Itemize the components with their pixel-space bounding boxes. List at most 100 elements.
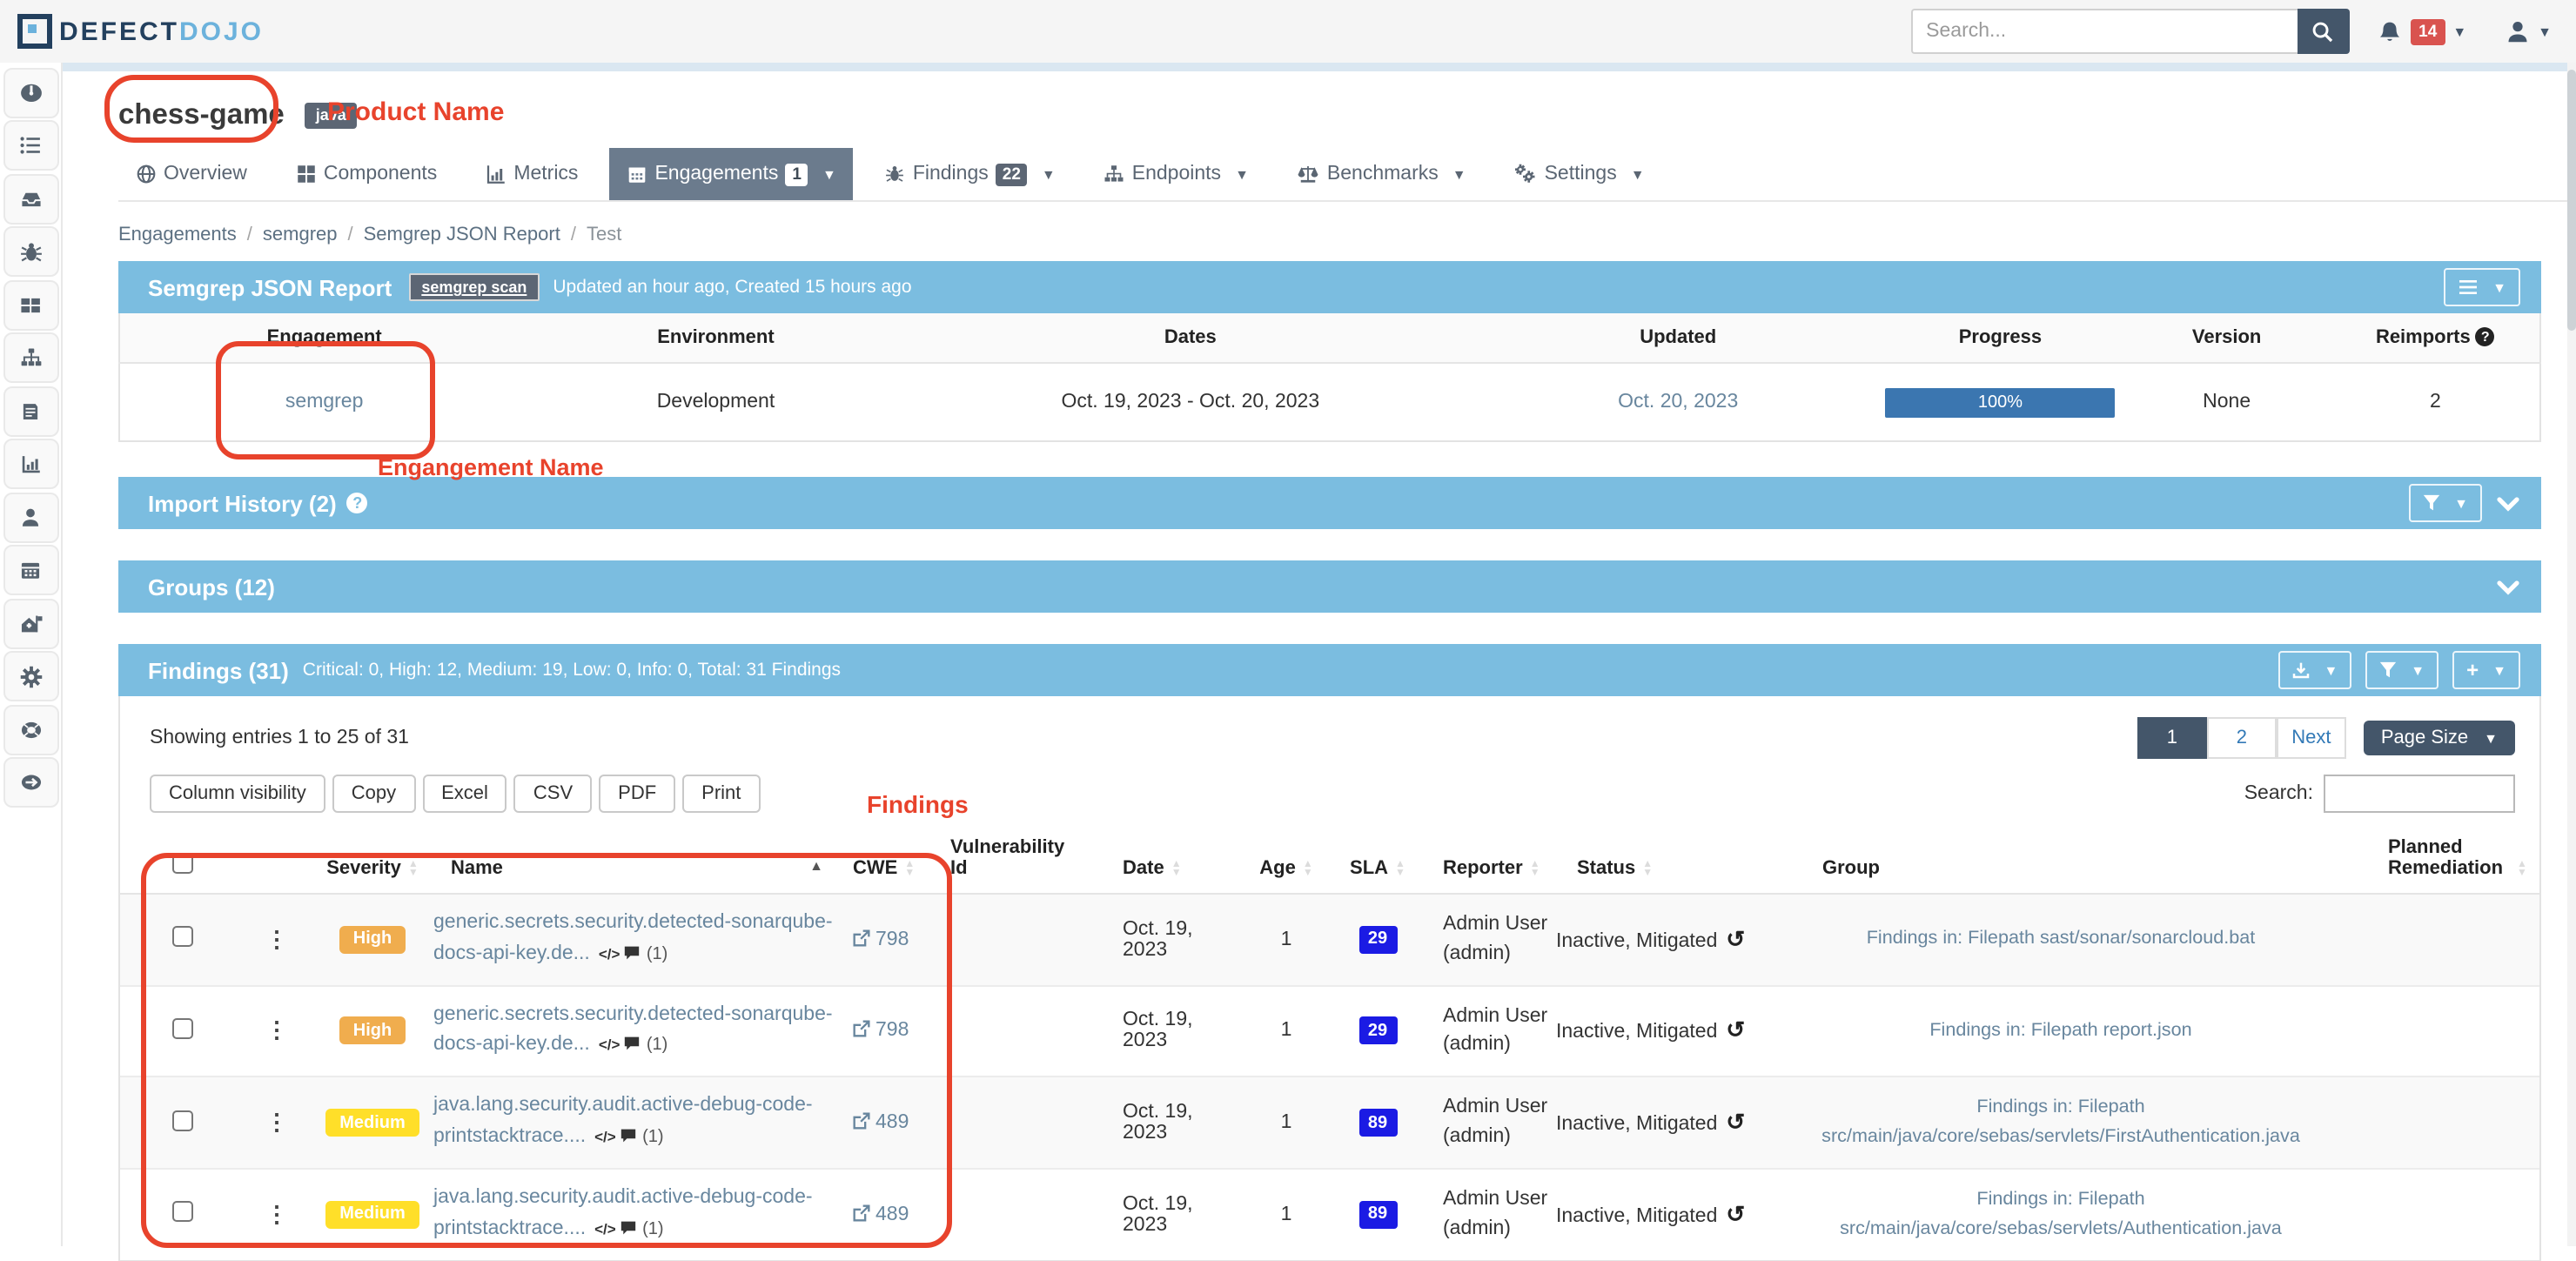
row-checkbox[interactable] xyxy=(172,1018,193,1039)
csv-button[interactable]: CSV xyxy=(514,775,592,813)
scan-type-badge[interactable]: semgrep scan xyxy=(409,273,539,301)
cwe-link[interactable]: 489 xyxy=(853,1112,909,1133)
page-size-button[interactable]: Page Size▼ xyxy=(2364,721,2515,755)
sla-badge: 89 xyxy=(1358,1200,1397,1228)
table-search-input[interactable] xyxy=(2324,775,2515,813)
tab-findings[interactable]: Findings 22 ▼ xyxy=(868,148,1073,200)
header-severity[interactable]: Severity xyxy=(326,858,401,879)
sidebar-item-products[interactable] xyxy=(3,598,58,648)
reimports-help-icon[interactable]: ? xyxy=(2476,327,2495,346)
header-vulnerability-id[interactable]: Vulnerability Id xyxy=(950,837,1058,879)
import-history-help-icon[interactable]: ? xyxy=(347,493,368,513)
next-page-button[interactable]: Next xyxy=(2277,717,2346,759)
header-status[interactable]: Status xyxy=(1577,858,1635,879)
tab-overview[interactable]: Overview xyxy=(118,148,265,200)
select-all-checkbox[interactable] xyxy=(172,853,193,874)
finding-name-link[interactable]: generic.secrets.security.detected-sonarq… xyxy=(433,1000,851,1062)
group-link[interactable]: Findings in: Filepath src/main/java/core… xyxy=(1800,1094,2322,1152)
finding-name-link[interactable]: generic.secrets.security.detected-sonarq… xyxy=(433,909,851,970)
row-menu-icon[interactable]: ⋮ xyxy=(265,1017,288,1043)
sidebar-item-calendar[interactable] xyxy=(3,545,58,595)
header-name[interactable]: Name xyxy=(451,858,503,879)
history-icon[interactable]: ↺ xyxy=(1726,926,1745,952)
finding-name-link[interactable]: java.lang.security.audit.active-debug-co… xyxy=(433,1184,851,1245)
cwe-link[interactable]: 489 xyxy=(853,1204,909,1224)
pdf-button[interactable]: PDF xyxy=(599,775,675,813)
row-checkbox[interactable] xyxy=(172,1201,193,1222)
breadcrumb-semgrep[interactable]: semgrep xyxy=(263,225,338,245)
breadcrumb-report[interactable]: Semgrep JSON Report xyxy=(364,225,560,245)
findings-download-button[interactable]: ▼ xyxy=(2278,651,2351,689)
copy-button[interactable]: Copy xyxy=(332,775,415,813)
row-menu-icon[interactable]: ⋮ xyxy=(265,926,288,952)
tab-components[interactable]: Components xyxy=(278,148,454,200)
import-history-panel-header[interactable]: Import History (2) ? ▼ xyxy=(118,477,2541,529)
excel-button[interactable]: Excel xyxy=(422,775,507,813)
group-link[interactable]: Findings in: Filepath report.json xyxy=(1800,1016,2322,1045)
finding-row: ⋮ Medium java.lang.security.audit.active… xyxy=(120,1169,2539,1259)
page-1-button[interactable]: 1 xyxy=(2137,717,2207,759)
tab-engagements[interactable]: Engagements 1 ▼ xyxy=(609,148,853,200)
history-icon[interactable]: ↺ xyxy=(1726,1109,1745,1135)
tab-benchmarks[interactable]: Benchmarks ▼ xyxy=(1280,148,1484,200)
page-2-button[interactable]: 2 xyxy=(2207,717,2277,759)
sidebar-item-metrics[interactable] xyxy=(3,439,58,489)
sidebar-item-endpoints[interactable] xyxy=(3,332,58,383)
user-menu[interactable]: ▼ xyxy=(2505,18,2552,44)
sidebar-item-components[interactable] xyxy=(3,279,58,330)
engagement-link[interactable]: semgrep xyxy=(285,392,364,413)
sidebar-item-users[interactable] xyxy=(3,492,58,542)
import-history-collapse-icon[interactable] xyxy=(2496,495,2520,511)
header-date[interactable]: Date xyxy=(1123,858,1164,879)
sidebar-item-list[interactable] xyxy=(3,120,58,171)
header-group[interactable]: Group xyxy=(1822,858,1880,879)
sidebar-item-dashboard[interactable] xyxy=(3,67,58,117)
sidebar-item-inbox[interactable] xyxy=(3,173,58,224)
tab-findings-label: Findings xyxy=(913,164,989,184)
import-history-filter-button[interactable]: ▼ xyxy=(2409,484,2482,522)
findings-filter-button[interactable]: ▼ xyxy=(2365,651,2438,689)
finding-name-link[interactable]: java.lang.security.audit.active-debug-co… xyxy=(433,1092,851,1154)
history-icon[interactable]: ↺ xyxy=(1726,1200,1745,1226)
header-reporter[interactable]: Reporter xyxy=(1443,858,1523,879)
history-icon[interactable]: ↺ xyxy=(1726,1017,1745,1043)
header-cwe[interactable]: CWE xyxy=(853,858,897,879)
panel-menu-button[interactable]: ▼ xyxy=(2444,268,2520,306)
sort-asc-icon: ▲ xyxy=(809,858,823,874)
sidebar-item-support[interactable] xyxy=(3,704,58,755)
sidebar-item-findings[interactable] xyxy=(3,226,58,277)
groups-collapse-icon[interactable] xyxy=(2496,579,2520,594)
header-planned-remediation[interactable]: Planned Remediation xyxy=(2388,837,2510,879)
header-sla[interactable]: SLA xyxy=(1350,858,1388,879)
findings-panel-header: Findings (31) Critical: 0, High: 12, Med… xyxy=(118,644,2541,696)
defectdojo-logo[interactable]: DEFECT DOJO xyxy=(17,14,264,49)
cwe-link[interactable]: 798 xyxy=(853,929,909,950)
tab-metrics[interactable]: Metrics xyxy=(468,148,595,200)
tab-endpoints[interactable]: Endpoints ▼ xyxy=(1087,148,1266,200)
sidebar-item-settings[interactable] xyxy=(3,651,58,701)
updated-link[interactable]: Oct. 20, 2023 xyxy=(1618,392,1738,413)
scrollbar-thumb[interactable] xyxy=(2567,70,2576,331)
column-visibility-button[interactable]: Column visibility xyxy=(150,775,325,813)
sidebar-item-reports[interactable] xyxy=(3,386,58,436)
breadcrumb-engagements[interactable]: Engagements xyxy=(118,225,237,245)
progress-bar: 100% xyxy=(1885,387,2115,417)
tab-settings[interactable]: Settings ▼ xyxy=(1498,148,1662,200)
sidebar-item-logout[interactable] xyxy=(3,757,58,808)
pagination: 1 2 Next Page Size▼ xyxy=(2137,717,2515,759)
search-button[interactable] xyxy=(2297,9,2349,54)
row-checkbox[interactable] xyxy=(172,927,193,948)
group-link[interactable]: Findings in: Filepath sast/sonar/sonarcl… xyxy=(1800,925,2322,954)
groups-panel-header[interactable]: Groups (12) xyxy=(118,560,2541,613)
print-button[interactable]: Print xyxy=(682,775,760,813)
global-search-input[interactable] xyxy=(1910,9,2297,54)
cwe-link[interactable]: 798 xyxy=(853,1021,909,1042)
row-menu-icon[interactable]: ⋮ xyxy=(265,1200,288,1226)
product-name[interactable]: chess-game xyxy=(118,98,285,131)
notifications-menu[interactable]: 14 ▼ xyxy=(2377,18,2466,44)
row-menu-icon[interactable]: ⋮ xyxy=(265,1109,288,1135)
group-link[interactable]: Findings in: Filepath src/main/java/core… xyxy=(1800,1185,2322,1244)
row-checkbox[interactable] xyxy=(172,1110,193,1130)
findings-add-button[interactable]: + ▼ xyxy=(2452,651,2520,689)
header-age[interactable]: Age xyxy=(1259,858,1296,879)
